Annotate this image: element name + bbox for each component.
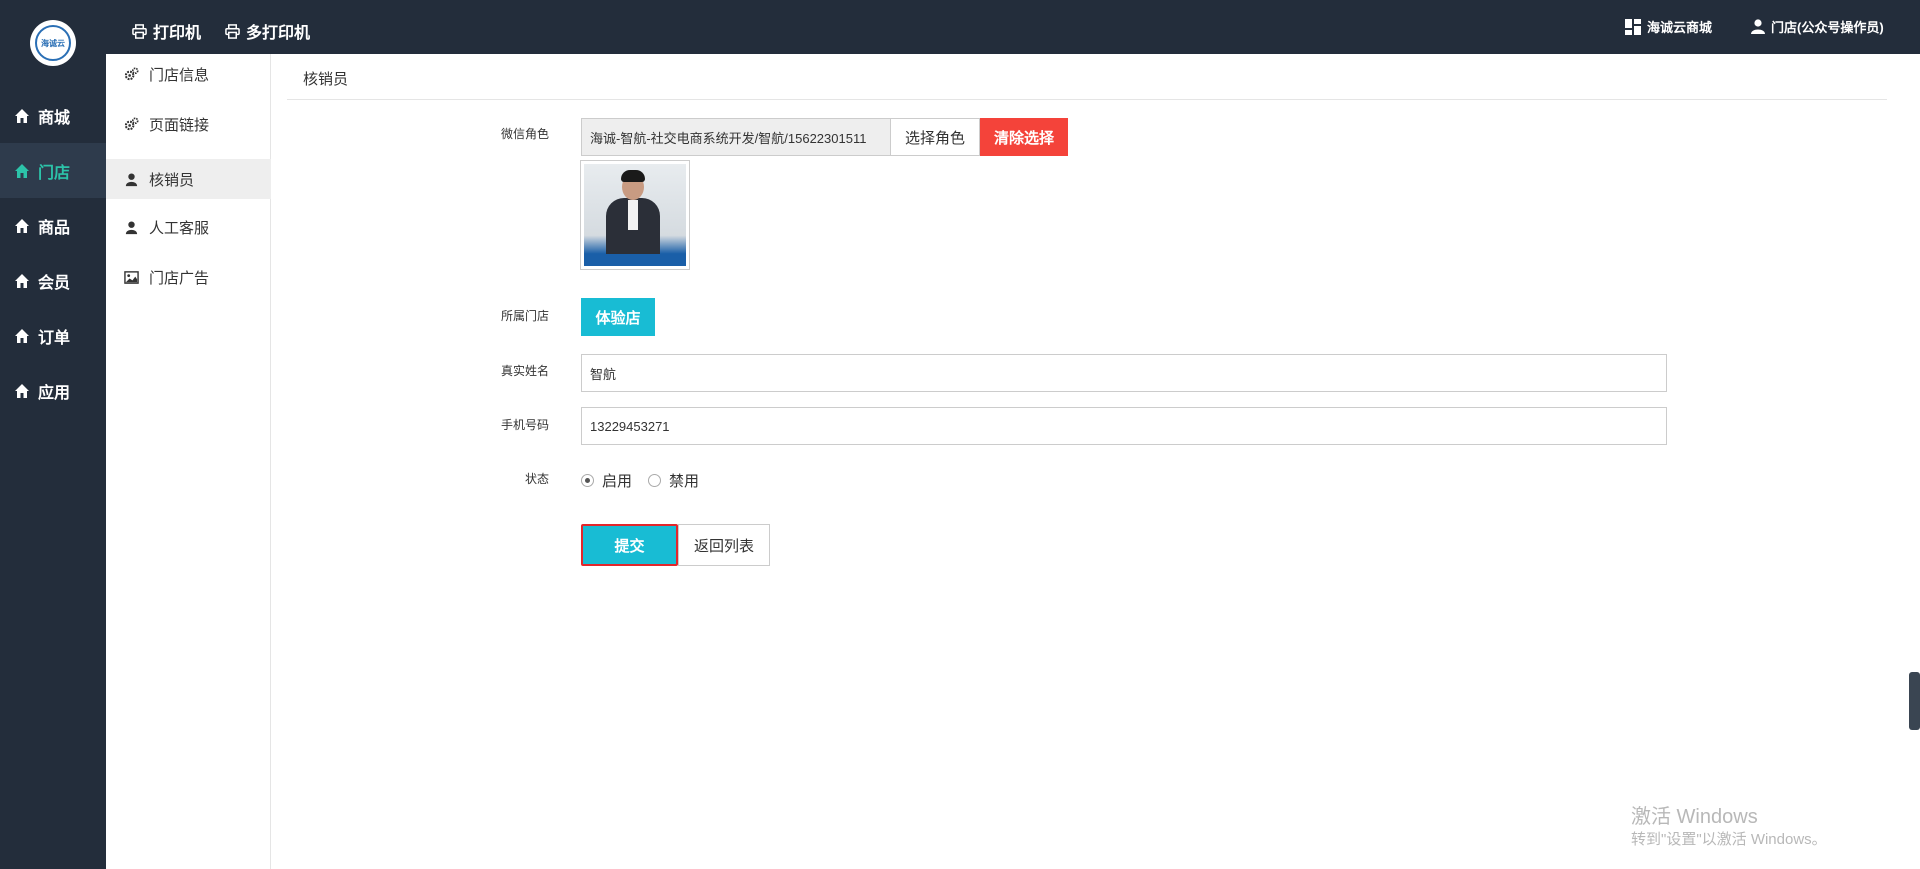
wechat-role-field[interactable]: 海诚-智航-社交电商系统开发/智航/15622301511 <box>581 118 891 156</box>
user-icon <box>1751 19 1765 34</box>
image-icon <box>124 270 139 284</box>
subnav-label: 页面链接 <box>149 116 210 134</box>
radio-unchecked-icon <box>648 474 661 487</box>
cogs-icon <box>124 116 139 130</box>
store-mall-link[interactable]: 海诚云商城 <box>1625 17 1712 36</box>
title-divider <box>287 99 1887 100</box>
sidebar-item-label: 订单 <box>38 329 71 347</box>
windows-activation-hint: 转到"设置"以激活 Windows。 <box>1631 831 1827 848</box>
select-role-button[interactable]: 选择角色 <box>890 118 980 156</box>
sidebar-item-order[interactable]: 订单 <box>0 308 106 363</box>
submit-button[interactable]: 提交 <box>581 524 678 566</box>
subnav-label: 门店广告 <box>149 269 210 287</box>
status-label: 状态 <box>524 472 549 486</box>
multi-printer-link[interactable]: 多打印机 <box>225 19 310 43</box>
back-to-list-button[interactable]: 返回列表 <box>678 524 770 566</box>
user-icon <box>125 221 138 234</box>
multi-printer-label: 多打印机 <box>246 25 311 42</box>
sidebar-item-label: 商品 <box>38 219 71 237</box>
sidebar-item-app[interactable]: 应用 <box>0 363 106 418</box>
home-icon <box>15 108 29 123</box>
radio-checked-icon <box>581 474 594 487</box>
store-mall-label: 海诚云商城 <box>1647 20 1713 35</box>
home-icon <box>15 163 29 178</box>
logo[interactable]: 海诚云 <box>30 20 76 66</box>
home-icon <box>15 273 29 288</box>
avatar-photo <box>584 164 686 266</box>
subnav-label: 门店信息 <box>149 66 210 84</box>
phone-label: 手机号码 <box>500 418 549 432</box>
sidebar-item-member[interactable]: 会员 <box>0 253 106 308</box>
realname-input[interactable]: 智航 <box>581 354 1667 392</box>
subnav-item-page-links[interactable]: 页面链接 <box>106 104 271 144</box>
page-title: 核销员 <box>303 71 349 88</box>
sidebar-item-label: 应用 <box>38 384 71 402</box>
sidebar-item-label: 会员 <box>38 274 71 292</box>
store-label: 所属门店 <box>500 309 549 323</box>
dashboard-icon <box>1625 18 1641 35</box>
sidebar-item-label: 商城 <box>38 109 71 127</box>
printer-label: 打印机 <box>153 25 202 42</box>
sidebar-item-label: 门店 <box>38 164 71 182</box>
sub-sidebar: 门店信息 页面链接 核销员 人工客服 门店广告 <box>106 54 271 869</box>
sidebar-item-mall[interactable]: 商城 <box>0 88 106 143</box>
user-icon <box>125 173 138 186</box>
wechat-role-label: 微信角色 <box>500 127 549 141</box>
subnav-label: 核销员 <box>149 171 195 189</box>
subnav-item-customer-service[interactable]: 人工客服 <box>106 207 271 247</box>
user-menu[interactable]: 门店(公众号操作员) <box>1751 17 1884 36</box>
subnav-item-store-info[interactable]: 门店信息 <box>106 54 271 94</box>
printer-link[interactable]: 打印机 <box>132 19 201 43</box>
clear-selection-button[interactable]: 清除选择 <box>980 118 1068 156</box>
store-tag-button[interactable]: 体验店 <box>581 298 655 336</box>
avatar <box>580 160 690 270</box>
subnav-label: 人工客服 <box>149 219 210 237</box>
cogs-icon <box>124 66 139 80</box>
home-icon <box>15 383 29 398</box>
printer-icon <box>225 23 240 39</box>
subnav-item-store-ads[interactable]: 门店广告 <box>106 257 271 297</box>
side-scroll-handle[interactable] <box>1909 672 1920 730</box>
home-icon <box>15 328 29 343</box>
sidebar-item-store[interactable]: 门店 <box>0 143 106 198</box>
status-disable-label: 禁用 <box>669 473 700 490</box>
phone-input[interactable]: 13229453271 <box>581 407 1667 445</box>
logo-mark: 海诚云 <box>35 25 71 61</box>
subnav-item-verifier[interactable]: 核销员 <box>106 159 271 199</box>
realname-label: 真实姓名 <box>500 364 549 378</box>
status-enable-radio[interactable]: 启用 <box>581 470 632 491</box>
sidebar-item-goods[interactable]: 商品 <box>0 198 106 253</box>
user-label: 门店(公众号操作员) <box>1771 20 1884 35</box>
windows-activation-title: 激活 Windows <box>1631 806 1758 828</box>
status-disable-radio[interactable]: 禁用 <box>648 470 699 491</box>
status-enable-label: 启用 <box>602 473 633 490</box>
home-icon <box>15 218 29 233</box>
printer-icon <box>132 23 147 39</box>
